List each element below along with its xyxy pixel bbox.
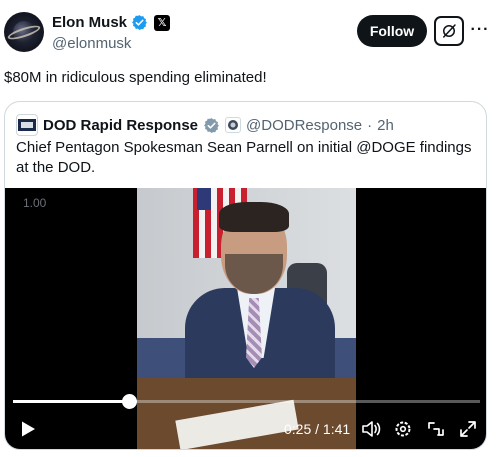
grok-glyph-icon [443, 24, 456, 38]
play-icon[interactable] [19, 420, 37, 438]
author-avatar[interactable] [4, 12, 44, 52]
verified-badge-icon [132, 15, 147, 30]
progress-bar[interactable] [13, 394, 480, 409]
progress-fill [13, 400, 129, 403]
quote-display-name[interactable]: DOD Rapid Response [43, 117, 198, 134]
verified-badge-icon [204, 117, 219, 133]
x-affiliate-badge-icon: 𝕏 [154, 14, 171, 31]
video-frame[interactable] [137, 188, 356, 449]
org-seal-icon [228, 120, 239, 130]
quote-header: DOD Rapid Response @DODResponse · 2h [16, 114, 394, 136]
time-readout: 0:25 / 1:41 [284, 421, 351, 437]
grok-icon[interactable] [434, 16, 464, 46]
author-display-name[interactable]: Elon Musk [52, 14, 127, 31]
quoted-tweet-card[interactable]: DOD Rapid Response @DODResponse · 2h Chi… [4, 101, 487, 450]
settings-icon[interactable] [393, 420, 413, 438]
dod-seal-icon [18, 119, 36, 131]
tweet-header: Elon Musk 𝕏 @elonmusk Follow ··· [0, 0, 500, 60]
follow-button[interactable]: Follow [357, 15, 427, 47]
quote-text: Chief Pentagon Spokesman Sean Parnell on… [16, 139, 472, 176]
quote-avatar[interactable] [16, 114, 38, 136]
more-icon[interactable]: ··· [468, 18, 492, 42]
author-handle[interactable]: @elonmusk [52, 35, 131, 52]
quote-time[interactable]: 2h [377, 117, 394, 134]
quote-handle[interactable]: @DODResponse [246, 117, 362, 134]
frame-hair [219, 202, 289, 232]
minimize-icon[interactable] [426, 420, 446, 438]
frame-flag-canton [197, 188, 211, 210]
tweet-text: $80M in ridiculous spending eliminated! [4, 69, 267, 86]
video-player[interactable]: 1.00 0:25 / 1:41 [5, 188, 486, 449]
org-badge-icon [225, 117, 242, 133]
volume-icon[interactable] [361, 420, 381, 438]
progress-thumb[interactable] [121, 394, 137, 409]
quote-separator: · [367, 116, 373, 134]
playback-speed-label: 1.00 [23, 196, 47, 210]
fullscreen-icon[interactable] [458, 420, 478, 438]
author-name-row: Elon Musk 𝕏 [52, 14, 171, 31]
